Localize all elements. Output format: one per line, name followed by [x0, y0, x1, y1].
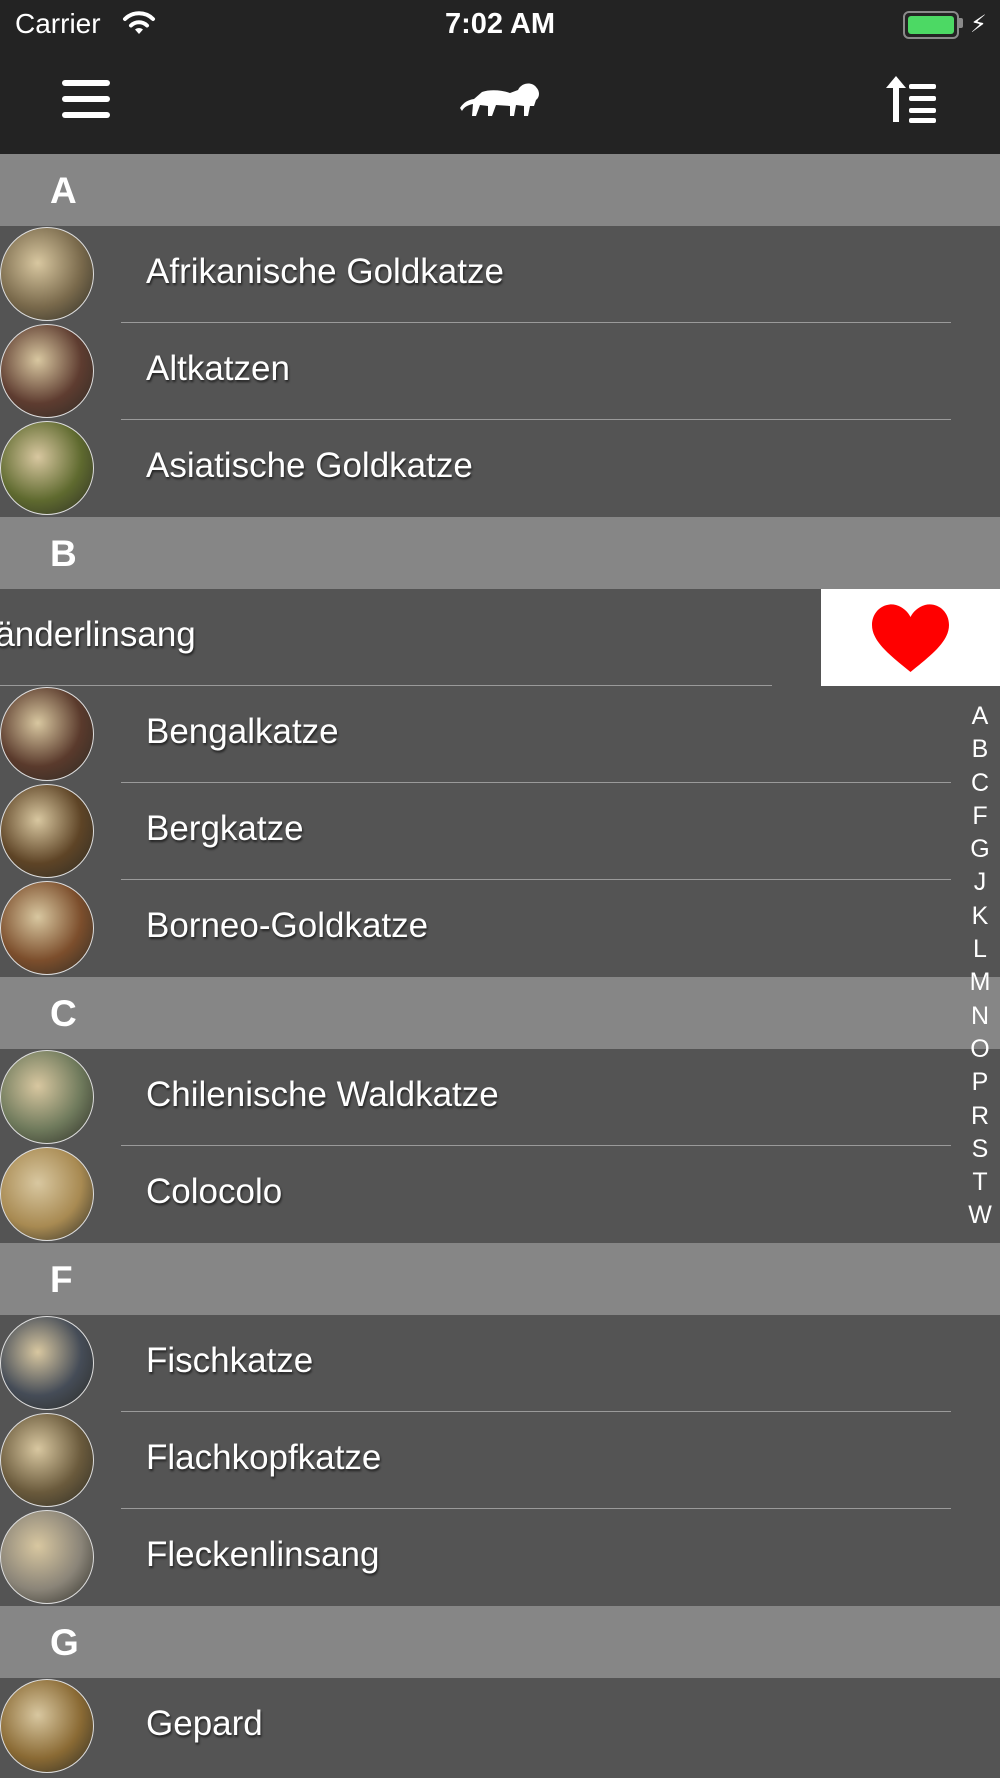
- index-letter[interactable]: G: [960, 833, 1000, 866]
- index-letter[interactable]: B: [960, 733, 1000, 766]
- index-letter[interactable]: P: [960, 1066, 1000, 1099]
- index-letter[interactable]: M: [960, 966, 1000, 999]
- avatar: [0, 1147, 94, 1241]
- index-letter[interactable]: J: [960, 866, 1000, 899]
- section-header: G: [0, 1606, 1000, 1678]
- avatar: [0, 1316, 94, 1410]
- list-item-label: Bänderlinsang: [0, 615, 196, 654]
- clock: 7:02 AM: [444, 8, 556, 40]
- list-item[interactable]: Bengalkatze: [0, 686, 1000, 783]
- avatar: [0, 1510, 94, 1604]
- list-item[interactable]: Asiatische Goldkatze: [0, 420, 1000, 517]
- list-item[interactable]: Borneo-Goldkatze: [0, 880, 1000, 977]
- list-item-label: Colocolo: [146, 1172, 283, 1211]
- section-header: F: [0, 1243, 1000, 1315]
- battery-icon: [903, 11, 959, 39]
- index-letter[interactable]: A: [960, 700, 1000, 733]
- favorite-button[interactable]: [821, 589, 1000, 686]
- section-header: A: [0, 154, 1000, 226]
- navigation-bar: [0, 50, 1000, 154]
- index-letter[interactable]: C: [960, 767, 1000, 800]
- avatar: [0, 784, 94, 878]
- status-bar: Carrier 7:02 AM ⚡︎: [0, 0, 1000, 50]
- index-letter[interactable]: W: [960, 1199, 1000, 1232]
- section-letter: A: [50, 170, 77, 211]
- index-letter[interactable]: R: [960, 1100, 1000, 1133]
- index-letter[interactable]: T: [960, 1166, 1000, 1199]
- section-index[interactable]: ABCFGJKLMNOPRSTW: [960, 700, 1000, 1233]
- list-item[interactable]: Bänderlinsang: [0, 589, 1000, 686]
- list-item-label: Afrikanische Goldkatze: [146, 252, 504, 291]
- index-letter[interactable]: S: [960, 1133, 1000, 1166]
- list-item-label: Bengalkatze: [146, 712, 339, 751]
- index-letter[interactable]: K: [960, 900, 1000, 933]
- list-item-label: Altkatzen: [146, 349, 290, 388]
- list-item[interactable]: Bergkatze: [0, 783, 1000, 880]
- list-item-label: Borneo-Goldkatze: [146, 906, 429, 945]
- lion-icon: [460, 83, 539, 116]
- section-header: C: [0, 977, 1000, 1049]
- avatar: [0, 1679, 94, 1773]
- list-item-label: Fleckenlinsang: [146, 1535, 380, 1574]
- section-letter: F: [50, 1259, 73, 1300]
- avatar: [0, 324, 94, 418]
- list-item[interactable]: Afrikanische Goldkatze: [0, 226, 1000, 323]
- sort-ascending-icon[interactable]: [884, 74, 940, 126]
- index-letter[interactable]: N: [960, 1000, 1000, 1033]
- index-letter[interactable]: O: [960, 1033, 1000, 1066]
- section-letter: G: [50, 1622, 79, 1663]
- hamburger-icon[interactable]: [62, 80, 110, 118]
- index-letter[interactable]: L: [960, 933, 1000, 966]
- list-item[interactable]: Gepard: [0, 1678, 1000, 1775]
- avatar: [0, 421, 94, 515]
- heart-icon: [872, 604, 949, 672]
- avatar: [0, 881, 94, 975]
- list-item-label: Bergkatze: [146, 809, 304, 848]
- list-item-label: Fischkatze: [146, 1341, 314, 1380]
- avatar: [0, 227, 94, 321]
- list-item[interactable]: Altkatzen: [0, 323, 1000, 420]
- list-item-label: Gepard: [146, 1704, 263, 1743]
- list-item-label: Flachkopfkatze: [146, 1438, 382, 1477]
- battery-cap: [959, 18, 963, 28]
- avatar: [0, 1050, 94, 1144]
- avatar: [0, 1413, 94, 1507]
- section-letter: C: [50, 993, 77, 1034]
- avatar: [0, 687, 94, 781]
- list-item[interactable]: Fischkatze: [0, 1315, 1000, 1412]
- list-item[interactable]: Fleckenlinsang: [0, 1509, 1000, 1606]
- list-item[interactable]: Flachkopfkatze: [0, 1412, 1000, 1509]
- charging-bolt-icon: ⚡︎: [970, 11, 987, 38]
- list-item[interactable]: Chilenische Waldkatze: [0, 1049, 1000, 1146]
- list-item-label: Asiatische Goldkatze: [146, 446, 473, 485]
- cat-list[interactable]: A Afrikanische Goldkatze Altkatzen Asiatisc…: [0, 154, 1000, 1775]
- section-letter: B: [50, 533, 77, 574]
- section-header: B: [0, 517, 1000, 589]
- index-letter[interactable]: F: [960, 800, 1000, 833]
- list-item[interactable]: Colocolo: [0, 1146, 1000, 1243]
- list-item-label: Chilenische Waldkatze: [146, 1075, 499, 1114]
